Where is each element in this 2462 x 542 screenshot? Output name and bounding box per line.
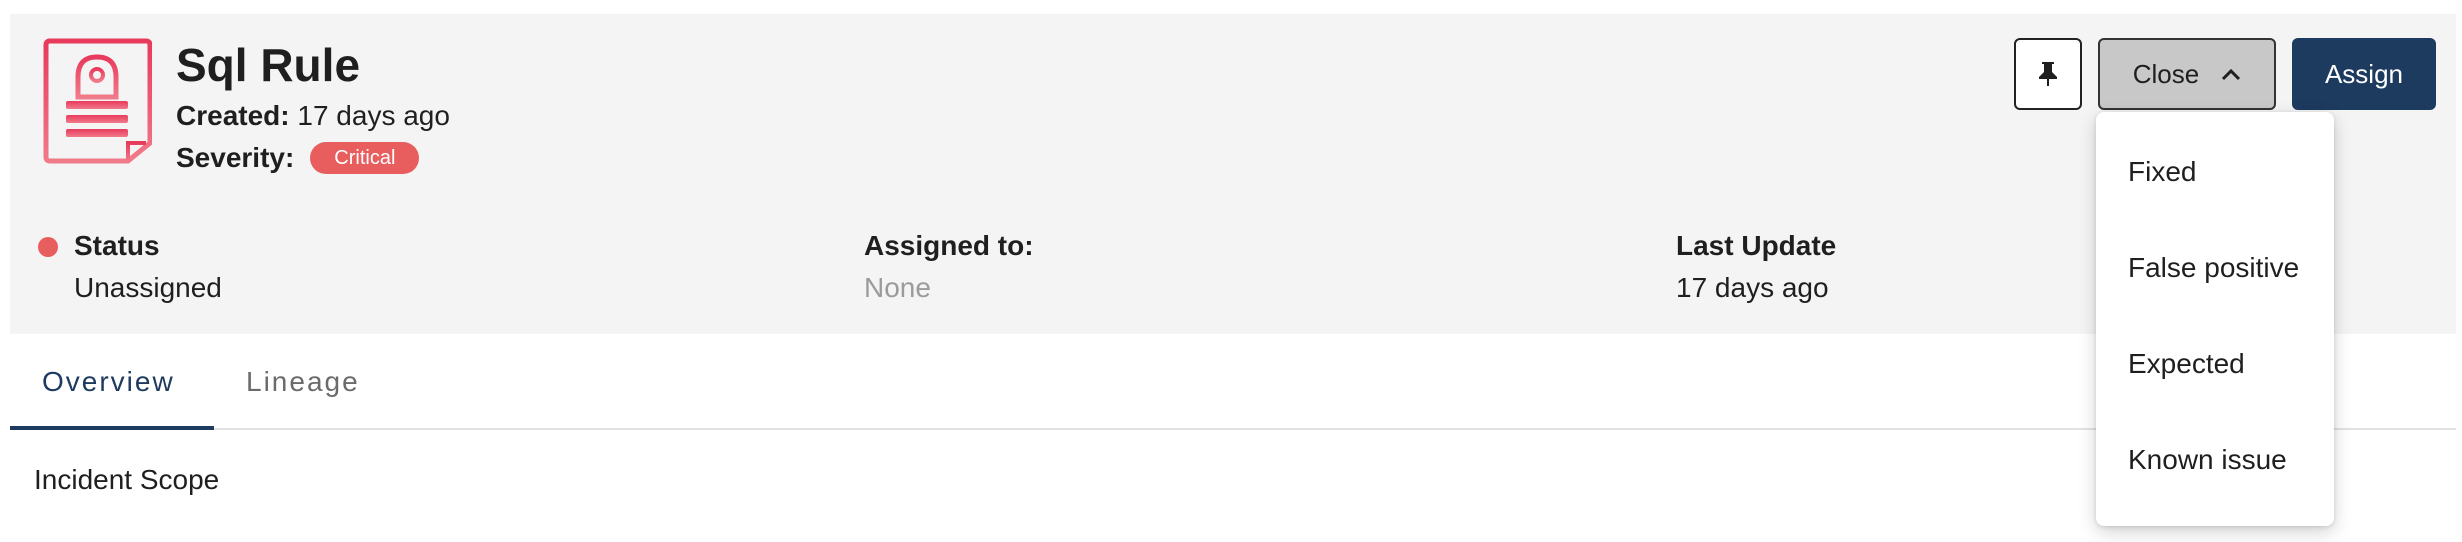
incident-title: Sql Rule [176, 39, 361, 91]
status-field: Status Unassigned [38, 228, 222, 306]
last-update-value: 17 days ago [1676, 272, 1829, 303]
created-value: 17 days ago [297, 100, 450, 131]
assigned-value: None [864, 272, 931, 303]
assigned-field: Assigned to: None [864, 228, 1034, 306]
menu-item-fixed[interactable]: Fixed [2096, 124, 2334, 220]
assigned-label: Assigned to: [864, 230, 1034, 261]
close-reason-menu: Fixed False positive Expected Known issu… [2096, 112, 2334, 526]
status-dot [38, 237, 58, 257]
close-button-label: Close [2132, 58, 2200, 89]
status-label: Status [74, 230, 160, 261]
assign-button[interactable]: Assign [2292, 38, 2436, 110]
chevron-up-icon [2222, 68, 2241, 81]
severity-badge: Critical [310, 142, 420, 174]
created-label: Created: [176, 100, 290, 131]
active-tab-indicator [10, 426, 214, 430]
pin-button[interactable] [2014, 38, 2082, 110]
last-update-field: Last Update 17 days ago [1676, 228, 1836, 306]
menu-item-expected[interactable]: Expected [2096, 316, 2334, 412]
last-update-label: Last Update [1676, 230, 1837, 261]
incident-scope-heading: Incident Scope [34, 464, 220, 495]
close-button[interactable]: Close [2098, 38, 2276, 110]
pin-icon [2039, 62, 2057, 86]
severity-label: Severity: [176, 142, 295, 173]
created-line: Created: 17 days ago [176, 98, 450, 134]
status-value: Unassigned [74, 272, 222, 303]
tab-lineage[interactable]: Lineage [246, 334, 360, 430]
severity-line: Severity: Critical [176, 140, 420, 176]
tab-bar: Overview Lineage [10, 334, 2456, 430]
incident-page: Sql Rule Created: 17 days ago Severity: … [0, 0, 2462, 542]
menu-item-known-issue[interactable]: Known issue [2096, 412, 2334, 508]
menu-item-false-positive[interactable]: False positive [2096, 220, 2334, 316]
tab-overview[interactable]: Overview [42, 334, 175, 430]
alarm-siren-icon [43, 38, 152, 164]
